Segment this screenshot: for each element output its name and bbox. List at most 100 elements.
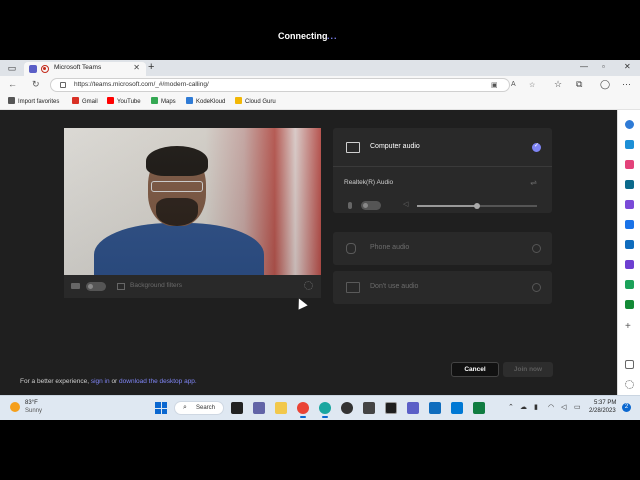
join-now-button[interactable]: Join now [503,362,553,377]
chevron-up-icon[interactable]: ⌃ [508,403,514,411]
tools-icon[interactable] [625,180,634,189]
microsoft365-icon[interactable] [625,220,634,229]
close-window-icon[interactable]: ✕ [624,62,631,71]
camera-toggle[interactable] [86,282,106,291]
onedrive-icon[interactable]: ☁ [520,403,527,411]
favorite-star-icon[interactable]: ☆ [529,81,535,89]
wifi-icon[interactable]: ◠ [548,403,554,411]
volume-fill [417,205,477,207]
footer-prefix: For a better experience, [20,378,90,385]
url-field[interactable]: https://teams.microsoft.com/_#/modern-ca… [50,78,535,92]
designer-icon[interactable] [625,280,634,289]
maps-icon [151,97,158,104]
excel-icon[interactable] [473,402,485,414]
computer-audio-card[interactable]: Computer audio Realtek(R) Audio ⇌ ◁ [333,128,552,213]
teams-favicon-icon [29,65,37,73]
outlook-icon[interactable] [625,240,634,249]
task-view-icon[interactable] [231,402,243,414]
read-aloud-icon[interactable]: A [511,81,516,88]
divider [333,166,552,167]
obs-icon[interactable] [341,402,353,414]
new-tab-button[interactable]: + [148,61,154,73]
sign-in-link[interactable]: sign in [91,378,110,385]
tab-strip: ▭ Microsoft Teams ✕ + — ▫ ✕ [0,60,640,76]
audio-settings-icon[interactable]: ⇌ [530,178,537,187]
search-icon: ⌕ [183,404,187,411]
camera-icon[interactable]: ▣ [491,81,498,89]
close-tab-icon[interactable]: ✕ [133,63,140,72]
pycharm-icon[interactable] [385,402,397,414]
collections-icon[interactable]: ⧉ [576,79,582,90]
favorite-kodekloud[interactable]: KodeKloud [186,97,225,107]
folder-icon [235,97,242,104]
drop-icon[interactable] [625,260,634,269]
minimize-icon[interactable]: — [580,62,588,71]
download-desktop-app-link[interactable]: download the desktop app. [119,378,197,385]
microphone-tray-icon[interactable]: ▮ [534,403,538,411]
battery-icon[interactable]: ▭ [574,403,581,411]
clock-time[interactable]: 5:37 PM [594,400,616,406]
file-explorer-icon[interactable] [275,402,287,414]
bing-chat-icon[interactable] [625,140,634,149]
tab-actions-icon[interactable]: ▭ [6,62,18,74]
background-filters-button[interactable]: Background filters [130,282,182,289]
video-controls: Background filters [64,275,321,298]
gmail-icon [72,97,79,104]
teams-chat-icon[interactable] [253,402,265,414]
volume-icon[interactable]: ◁ [561,403,566,411]
cancel-button[interactable]: Cancel [451,362,499,377]
phone-audio-card[interactable]: Phone audio [333,232,552,265]
recording-icon [41,65,49,73]
favorite-maps[interactable]: Maps [151,97,176,107]
start-button[interactable] [155,402,167,414]
favorite-label: Import favorites [18,99,60,105]
microphone-toggle[interactable] [361,201,381,210]
profile-icon[interactable]: ◯ [600,79,610,90]
camera-preview [64,128,321,275]
back-icon[interactable]: ← [8,79,17,89]
url-text: https://teams.microsoft.com/_#/modern-ca… [74,81,209,88]
weather-description: Sunny [25,408,43,414]
no-audio-radio[interactable] [532,283,541,292]
favorite-cloudguru[interactable]: Cloud Guru [235,97,276,107]
refresh-icon[interactable]: ↻ [32,79,40,90]
computer-audio-icon [346,142,360,153]
outlook-icon[interactable] [451,402,463,414]
terminal-icon[interactable] [363,402,375,414]
clock-date[interactable]: 2/28/2023 [589,408,616,414]
audio-device-name[interactable]: Realtek(R) Audio [344,179,393,186]
add-sidebar-app-icon[interactable]: + [625,322,634,332]
windows-taskbar: 83°F Sunny ⌕ Search ⌃ ☁ ▮ ◠ ◁ ▭ 5:37 PM … [0,395,640,420]
taskbar-search[interactable]: ⌕ Search [174,401,224,415]
sidebar-layout-icon[interactable] [625,360,634,369]
volume-knob[interactable] [474,203,480,209]
background-filters-icon [117,283,125,290]
favorites-icon[interactable]: ☆ [554,79,562,90]
edge-icon[interactable] [319,402,331,418]
speaker-volume-slider[interactable] [417,203,537,209]
search-icon[interactable] [625,120,634,129]
browser-tab-teams[interactable]: Microsoft Teams ✕ [24,62,146,76]
chrome-icon[interactable] [297,402,309,418]
sidebar-settings-icon[interactable] [625,380,634,389]
favorite-gmail[interactable]: Gmail [72,97,98,107]
favorite-youtube[interactable]: YouTube [107,97,141,107]
teams-icon[interactable] [407,402,419,414]
device-settings-gear-icon[interactable] [304,281,313,290]
maximize-icon[interactable]: ▫ [602,62,605,71]
more-icon[interactable]: ⋯ [622,79,631,90]
mail-icon[interactable] [429,402,441,414]
phone-audio-radio[interactable] [532,244,541,253]
search-label: Search [196,405,216,411]
weather-temperature[interactable]: 83°F [25,400,38,406]
shopping-icon[interactable] [625,160,634,169]
microphone-icon [348,202,352,209]
favorite-label: Gmail [82,99,98,105]
favorite-import[interactable]: Import favorites [8,97,59,107]
no-audio-icon [346,282,360,293]
computer-audio-radio[interactable] [532,142,541,152]
send-icon[interactable] [625,300,634,309]
notification-badge[interactable]: 2 [622,403,631,412]
games-icon[interactable] [625,200,634,209]
no-audio-card[interactable]: Don't use audio [333,271,552,304]
